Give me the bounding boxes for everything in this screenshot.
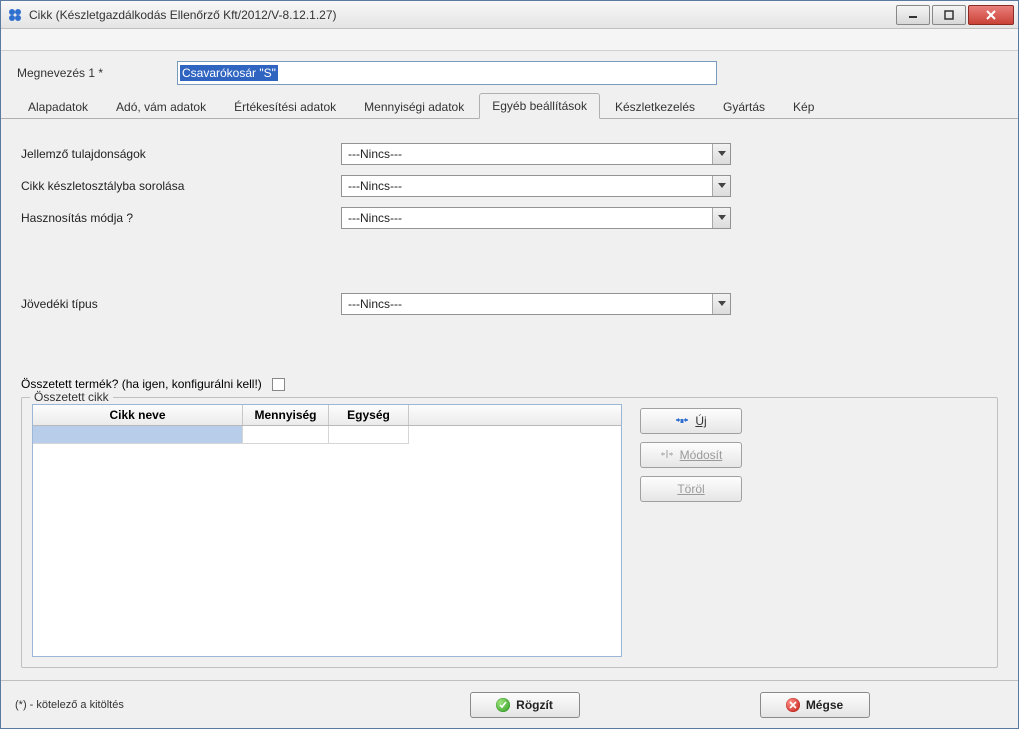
- footer: (*) - kötelező a kitöltés Rögzít Mégse: [1, 680, 1018, 728]
- window-frame: Cikk (Készletgazdálkodás Ellenőrző Kft/2…: [0, 0, 1019, 729]
- spacer: [21, 325, 998, 367]
- cell-mennyiseg[interactable]: [243, 426, 329, 444]
- window-title: Cikk (Készletgazdálkodás Ellenőrző Kft/2…: [29, 8, 896, 22]
- app-icon: [7, 7, 23, 23]
- combo-jellemzo-value: ---Nincs---: [342, 144, 712, 164]
- tab-egyeb-beallitasok[interactable]: Egyéb beállítások: [479, 93, 600, 119]
- label-keszletosztaly: Cikk készletosztályba sorolása: [21, 179, 341, 193]
- titlebar: Cikk (Készletgazdálkodás Ellenőrző Kft/2…: [1, 1, 1018, 29]
- grid-body: [33, 426, 621, 656]
- cell-egyseg[interactable]: [329, 426, 409, 444]
- save-button[interactable]: Rögzít: [470, 692, 580, 718]
- tab-keszletkezeles[interactable]: Készletkezelés: [602, 94, 708, 119]
- window-controls: [896, 5, 1014, 25]
- footnote: (*) - kötelező a kitöltés: [15, 699, 295, 711]
- combo-keszletosztaly-value: ---Nincs---: [342, 176, 712, 196]
- tab-body: Jellemző tulajdonságok ---Nincs--- Cikk …: [1, 119, 1018, 680]
- row-osszetett-check: Összetett termék? (ha igen, konfigurálni…: [21, 377, 998, 391]
- tab-ado-vam[interactable]: Adó, vám adatok: [103, 94, 219, 119]
- combo-hasznositas[interactable]: ---Nincs---: [341, 207, 731, 229]
- tab-kep[interactable]: Kép: [780, 94, 827, 119]
- combo-jovedeki[interactable]: ---Nincs---: [341, 293, 731, 315]
- cancel-icon: [786, 698, 800, 712]
- minimize-button[interactable]: [896, 5, 930, 25]
- tab-gyartas[interactable]: Gyártás: [710, 94, 778, 119]
- combo-keszletosztaly[interactable]: ---Nincs---: [341, 175, 731, 197]
- cancel-button-label: Mégse: [806, 698, 843, 712]
- ok-icon: [496, 698, 510, 712]
- label-jellemzo: Jellemző tulajdonságok: [21, 147, 341, 161]
- name-label: Megnevezés 1 *: [17, 66, 157, 80]
- chevron-down-icon[interactable]: [712, 144, 730, 164]
- new-button[interactable]: Új: [640, 408, 742, 434]
- label-jovedeki: Jövedéki típus: [21, 297, 341, 311]
- delete-button-label: Töröl: [677, 482, 704, 496]
- label-osszetett: Összetett termék? (ha igen, konfigurálni…: [21, 377, 262, 391]
- chevron-down-icon[interactable]: [712, 294, 730, 314]
- modify-button-label: Módosít: [680, 448, 723, 462]
- grid-header: Cikk neve Mennyiség Egység: [33, 405, 621, 426]
- cell-cikk-neve[interactable]: [33, 426, 243, 444]
- cancel-button[interactable]: Mégse: [760, 692, 870, 718]
- content: Megnevezés 1 * Csavarókosár "S" Alapadat…: [1, 51, 1018, 728]
- grid-osszetett[interactable]: Cikk neve Mennyiség Egység: [32, 404, 622, 657]
- name-row: Megnevezés 1 * Csavarókosár "S": [1, 51, 1018, 93]
- name-input-value: Csavarókosár "S": [180, 65, 278, 81]
- combo-jellemzo[interactable]: ---Nincs---: [341, 143, 731, 165]
- tab-strip: Alapadatok Adó, vám adatok Értékesítési …: [1, 93, 1018, 119]
- add-icon: [675, 414, 689, 429]
- chevron-down-icon[interactable]: [712, 208, 730, 228]
- groupbox-osszetett-cikk: Összetett cikk Cikk neve Mennyiség Egysé…: [21, 397, 998, 668]
- combo-hasznositas-value: ---Nincs---: [342, 208, 712, 228]
- modify-button[interactable]: Módosít: [640, 442, 742, 468]
- delete-button[interactable]: Töröl: [640, 476, 742, 502]
- groupbox-title: Összetett cikk: [30, 390, 113, 404]
- combo-jovedeki-value: ---Nincs---: [342, 294, 712, 314]
- tab-ertekesitesi[interactable]: Értékesítési adatok: [221, 94, 349, 119]
- save-button-label: Rögzít: [516, 698, 553, 712]
- col-mennyiseg[interactable]: Mennyiség: [243, 405, 329, 425]
- row-jovedeki: Jövedéki típus ---Nincs---: [21, 293, 998, 315]
- row-keszletosztaly: Cikk készletosztályba sorolása ---Nincs-…: [21, 175, 998, 197]
- maximize-button[interactable]: [932, 5, 966, 25]
- col-cikk-neve[interactable]: Cikk neve: [33, 405, 243, 425]
- edit-icon: [660, 448, 674, 463]
- new-button-label: Új: [695, 414, 706, 428]
- row-hasznositas: Hasznosítás módja ? ---Nincs---: [21, 207, 998, 229]
- table-row[interactable]: [33, 426, 621, 444]
- row-jellemzo: Jellemző tulajdonságok ---Nincs---: [21, 143, 998, 165]
- col-egyseg[interactable]: Egység: [329, 405, 409, 425]
- chevron-down-icon[interactable]: [712, 176, 730, 196]
- side-buttons: Új Módosít: [640, 408, 742, 657]
- checkbox-osszetett[interactable]: [272, 378, 285, 391]
- toolbar-faded: [1, 29, 1018, 51]
- grid-wrap: Cikk neve Mennyiség Egység: [32, 404, 622, 657]
- spacer: [21, 239, 998, 293]
- footer-buttons: Rögzít Mégse: [335, 692, 1004, 718]
- label-hasznositas: Hasznosítás módja ?: [21, 211, 341, 225]
- name-input[interactable]: Csavarókosár "S": [177, 61, 717, 85]
- close-button[interactable]: [968, 5, 1014, 25]
- tab-alapadatok[interactable]: Alapadatok: [15, 94, 101, 119]
- tab-mennyisegi[interactable]: Mennyiségi adatok: [351, 94, 477, 119]
